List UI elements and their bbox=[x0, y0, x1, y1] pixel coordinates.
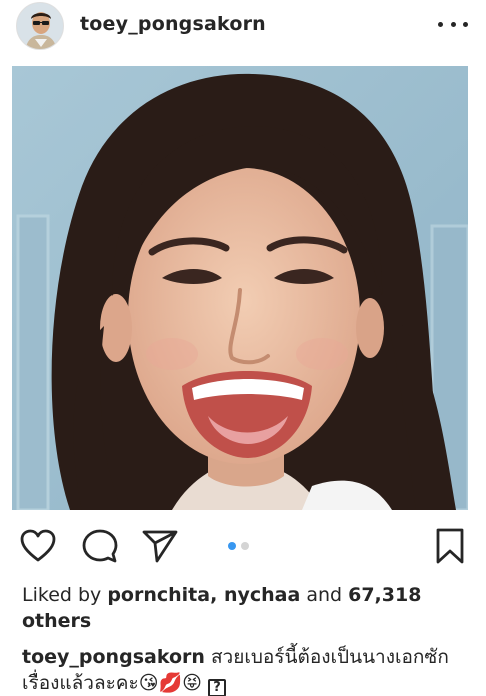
more-options-button[interactable] bbox=[438, 12, 468, 36]
portrait-illustration bbox=[12, 66, 468, 510]
send-icon bbox=[142, 530, 178, 563]
instagram-post: toey_pongsakorn Liked by pornchita, nych… bbox=[0, 0, 486, 696]
carousel-dot bbox=[241, 542, 249, 550]
liked-by-user[interactable]: nychaa bbox=[224, 584, 300, 606]
likes-prefix: Liked by bbox=[22, 584, 108, 606]
likes-count[interactable]: 67,318 bbox=[348, 584, 421, 606]
likes-text: Liked by pornchita, nychaa and 67,318 ot… bbox=[22, 582, 462, 634]
like-button[interactable] bbox=[18, 526, 58, 566]
comment-button[interactable] bbox=[80, 526, 120, 566]
share-button[interactable] bbox=[140, 526, 180, 566]
likes-separator: , bbox=[210, 584, 224, 606]
more-dot bbox=[450, 21, 456, 27]
avatar[interactable] bbox=[16, 2, 64, 50]
caption-emojis: 😘💋😝 bbox=[138, 672, 202, 694]
post-photo[interactable] bbox=[12, 66, 468, 510]
likes-and: and bbox=[300, 584, 349, 606]
post-username[interactable]: toey_pongsakorn bbox=[80, 13, 266, 35]
action-bar bbox=[0, 522, 486, 570]
post-header: toey_pongsakorn bbox=[0, 0, 486, 52]
more-dot bbox=[438, 21, 443, 27]
liked-by-user[interactable]: pornchita bbox=[107, 584, 210, 606]
save-button[interactable] bbox=[430, 526, 470, 566]
caption-username[interactable]: toey_pongsakorn bbox=[22, 646, 205, 668]
comment-icon bbox=[82, 529, 118, 563]
bookmark-icon bbox=[436, 528, 464, 564]
caption: toey_pongsakorn สวยเบอร์นี้ต้องเป็นนางเอ… bbox=[22, 644, 472, 696]
carousel-dot-active bbox=[228, 542, 236, 550]
avatar-image bbox=[17, 3, 63, 49]
unknown-glyph-icon: ? bbox=[208, 679, 227, 696]
more-dot bbox=[463, 21, 468, 27]
carousel-indicator bbox=[228, 542, 249, 550]
heart-icon bbox=[20, 529, 56, 562]
likes-suffix[interactable]: others bbox=[22, 610, 91, 632]
